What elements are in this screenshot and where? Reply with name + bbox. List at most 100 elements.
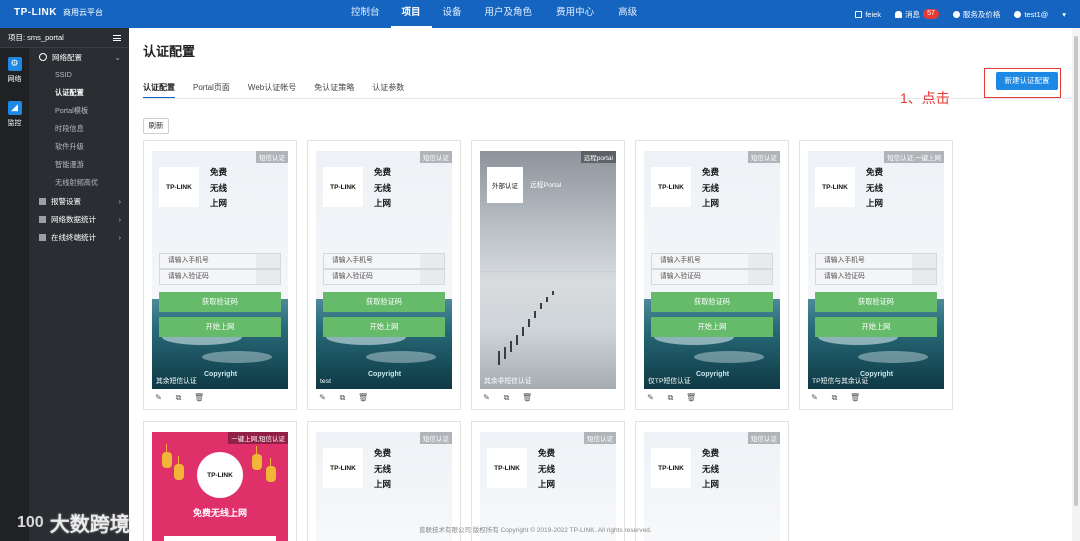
- slogan-line: 上网: [702, 198, 720, 208]
- edit-icon[interactable]: ✎: [154, 393, 163, 402]
- auth-type-tag: 远程portal: [580, 151, 616, 163]
- slogan-line: 无线: [702, 182, 720, 193]
- service-pricing-link[interactable]: 服务及价格: [952, 9, 1000, 20]
- slogan-line: 无线: [210, 182, 228, 193]
- copyright-text: Copyright: [696, 371, 730, 378]
- account-menu[interactable]: test1@: [1014, 10, 1048, 19]
- slogan-line: 免费: [866, 167, 884, 177]
- auth-config-card[interactable]: 短信认证 TP-LINK 免费 无线 上网 请输入手机号: [635, 421, 789, 541]
- tab-auth-exemption[interactable]: 免认证策略: [314, 81, 354, 99]
- tab-web-auth-account[interactable]: Web认证帐号: [248, 81, 296, 99]
- copy-icon[interactable]: ⧉: [830, 393, 839, 402]
- watermark-logo: 100: [17, 513, 44, 531]
- phone-field-preview: 请输入手机号: [651, 253, 773, 269]
- sidebar-group-online-clients[interactable]: 在线终端统计 ›: [29, 228, 129, 246]
- tplink-logo: TP-LINK: [323, 448, 363, 488]
- lantern-icon: [252, 446, 262, 470]
- auth-config-card[interactable]: 短信认证 TP-LINK 免费 无线 上网 请输入手机号 请输入验证码 获取验证…: [635, 140, 789, 410]
- location-selector[interactable]: feiek: [855, 10, 881, 19]
- portal-preview[interactable]: 短信认证 TP-LINK 免费 无线 上网 请输入手机号 请输入验证码 获取验证…: [316, 151, 452, 389]
- auth-config-card[interactable]: 短信认证 TP-LINK 免费 无线 上网 请输入手机号: [307, 421, 461, 541]
- annotation-text: 1、点击: [900, 90, 950, 106]
- portal-preview[interactable]: 短信认证 TP-LINK 免费 无线 上网 请输入手机号 请输入验证码 获取验证…: [644, 151, 780, 389]
- auth-type-tag: 一键上网,短信认证: [228, 432, 288, 444]
- copy-icon[interactable]: ⧉: [174, 393, 183, 402]
- copy-icon[interactable]: ⧉: [666, 393, 675, 402]
- portal-preview[interactable]: 一键上网,短信认证 TP-LINK 免费无线上网: [152, 432, 288, 541]
- service-icon: [952, 10, 960, 18]
- nav-users-roles[interactable]: 用户及角色: [473, 0, 545, 28]
- sidebar-item-time-info[interactable]: 时段信息: [29, 120, 129, 138]
- auth-type-tag: 短信认证: [748, 432, 780, 444]
- rail-network[interactable]: ⚙ 网络: [0, 48, 29, 92]
- nav-project[interactable]: 项目: [390, 0, 432, 28]
- card-label: 其余短信认证: [156, 378, 197, 385]
- auth-config-card[interactable]: 短信认证,一键上网 TP-LINK 免费 无线 上网 请输入手机号 请输入验证码…: [799, 140, 953, 410]
- scrollbar-thumb[interactable]: [1074, 36, 1078, 506]
- edit-icon[interactable]: ✎: [810, 393, 819, 402]
- delete-icon[interactable]: 🗑: [686, 393, 696, 402]
- nav-advanced[interactable]: 高级: [606, 0, 649, 28]
- slogan-line: 上网: [374, 479, 392, 489]
- sidebar-item-firmware-upgrade[interactable]: 软件升级: [29, 138, 129, 156]
- messages-button[interactable]: 消息 57: [895, 9, 939, 20]
- code-field-preview: 请输入验证码: [323, 269, 445, 285]
- sidebar-group-network-stats[interactable]: 网络数据统计 ›: [29, 210, 129, 228]
- auth-config-card[interactable]: 短信认证 TP-LINK 免费 无线 上网 请输入手机号 请输入验证码 获取验证…: [307, 140, 461, 410]
- edit-icon[interactable]: ✎: [318, 393, 327, 402]
- page-title: 认证配置: [143, 44, 196, 59]
- nav-console[interactable]: 控制台: [340, 0, 391, 28]
- user-icon: [1014, 10, 1022, 18]
- tab-portal-page[interactable]: Portal页面: [193, 81, 230, 99]
- sidebar-item-smart-roaming[interactable]: 智能漫游: [29, 156, 129, 174]
- sidebar-item-rf-optimization[interactable]: 无线射频高优: [29, 174, 129, 192]
- sidebar-item-ssid[interactable]: SSID: [29, 66, 129, 84]
- delete-icon[interactable]: 🗑: [522, 393, 532, 402]
- menu-icon[interactable]: [113, 34, 121, 41]
- edit-icon[interactable]: ✎: [646, 393, 655, 402]
- nav-device[interactable]: 设备: [432, 0, 473, 28]
- portal-preview[interactable]: 短信认证,一键上网 TP-LINK 免费 无线 上网 请输入手机号 请输入验证码…: [808, 151, 944, 389]
- get-code-button-preview: 获取验证码: [159, 292, 281, 312]
- project-selector[interactable]: 项目: sms_portal: [0, 28, 129, 48]
- sidebar-item-auth-config[interactable]: 认证配置: [29, 84, 129, 102]
- slogan: 免费 无线 上网: [538, 446, 555, 493]
- sidebar-item-portal-template[interactable]: Portal模板: [29, 102, 129, 120]
- tplink-logo: TP-LINK: [487, 448, 527, 488]
- card-tools: ✎ ⧉ 🗑: [810, 393, 860, 402]
- start-button-preview: 开始上网: [323, 317, 445, 337]
- edit-icon[interactable]: ✎: [482, 393, 491, 402]
- rail-monitor[interactable]: ◢ 监控: [0, 92, 29, 136]
- copy-icon[interactable]: ⧉: [502, 393, 511, 402]
- nav-billing[interactable]: 费用中心: [544, 0, 606, 28]
- delete-icon[interactable]: 🗑: [358, 393, 368, 402]
- tab-auth-config[interactable]: 认证配置: [143, 81, 175, 99]
- sidebar-group-alarm[interactable]: 报警设置 ›: [29, 192, 129, 210]
- rail-monitor-label: 监控: [7, 119, 22, 127]
- lantern-icon: [162, 444, 172, 468]
- refresh-button[interactable]: 刷新: [143, 118, 169, 134]
- auth-config-card[interactable]: 远程portal 外部认证 远程Portal 其余非短信认证 ✎ ⧉ 🗑: [471, 140, 625, 410]
- external-auth-box: 外部认证: [487, 167, 523, 203]
- get-code-button-preview: 获取验证码: [323, 292, 445, 312]
- auth-config-card[interactable]: 一键上网,短信认证 TP-LINK 免费无线上网: [143, 421, 297, 541]
- delete-icon[interactable]: 🗑: [850, 393, 860, 402]
- new-auth-config-button[interactable]: 新建认证配置: [996, 72, 1058, 90]
- tplink-logo: TP-LINK: [651, 167, 691, 207]
- auth-config-card[interactable]: 短信认证 TP-LINK 免费 无线 上网 请输入手机号: [471, 421, 625, 541]
- slogan-line: 上网: [210, 198, 228, 208]
- delete-icon[interactable]: 🗑: [194, 393, 204, 402]
- tplink-logo: TP-LINK: [651, 448, 691, 488]
- sidebar-group-network-config[interactable]: 网络配置 ⌄: [29, 48, 129, 66]
- auth-config-card[interactable]: 短信认证 TP-LINK 免费 无线 上网 请输入手机号 请输入验证码 获取验证…: [143, 140, 297, 410]
- tab-auth-params[interactable]: 认证参数: [372, 81, 404, 99]
- portal-preview[interactable]: 短信认证 TP-LINK 免费 无线 上网 请输入手机号 请输入验证码 获取验证…: [152, 151, 288, 389]
- account-dropdown[interactable]: ▾: [1062, 10, 1066, 19]
- portal-preview[interactable]: 短信认证 TP-LINK 免费 无线 上网 请输入手机号: [644, 432, 780, 541]
- auth-type-tag: 短信认证: [748, 151, 780, 163]
- portal-preview[interactable]: 远程portal 外部认证 远程Portal 其余非短信认证: [480, 151, 616, 389]
- copy-icon[interactable]: ⧉: [338, 393, 347, 402]
- messages-label: 消息: [905, 9, 921, 19]
- brand[interactable]: TP-LINK 商用云平台: [14, 7, 103, 18]
- building-icon: [855, 10, 863, 18]
